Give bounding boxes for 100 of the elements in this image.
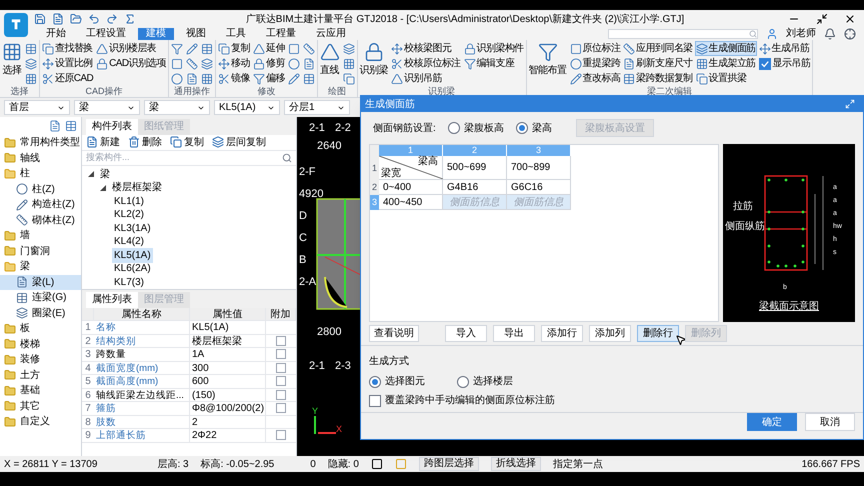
app-logo-icon[interactable]: [4, 13, 28, 37]
radio-button[interactable]: [457, 376, 469, 388]
nav-item[interactable]: 圈梁(E): [0, 306, 81, 321]
dropdown[interactable]: 梁: [74, 100, 140, 115]
ribbon-button[interactable]: 生成侧面筋: [696, 42, 756, 55]
menu-tab[interactable]: 云应用: [308, 28, 354, 40]
radio-button[interactable]: [448, 122, 460, 134]
ribbon-button[interactable]: 识别梁构件: [464, 42, 524, 55]
checkbox[interactable]: [369, 394, 381, 406]
nav-item[interactable]: 土方: [0, 368, 81, 383]
property-value[interactable]: 楼层框架梁: [190, 334, 266, 348]
nav-item[interactable]: 轴线: [0, 150, 81, 166]
nav-item[interactable]: 墙: [0, 228, 81, 244]
ribbon-button[interactable]: 校核梁图元: [391, 42, 461, 55]
maximize-icon[interactable]: [845, 99, 855, 110]
ribbon-button[interactable]: 查找替换: [42, 42, 94, 55]
search-field[interactable]: [608, 29, 758, 39]
ribbon-button[interactable]: 原位标注: [570, 42, 620, 55]
ribbon-button[interactable]: 应用到同名梁: [623, 42, 693, 55]
dialog-button[interactable]: 删除行: [637, 325, 679, 342]
ribbon-button[interactable]: 修剪: [252, 57, 285, 70]
tree-item[interactable]: KL4(2): [112, 234, 146, 250]
dialog-button[interactable]: 导出: [493, 325, 535, 342]
nav-item[interactable]: 门窗洞: [0, 244, 81, 259]
menu-tab[interactable]: 工程量: [258, 28, 304, 40]
property-value[interactable]: 2Φ22: [190, 429, 266, 442]
menu-tab[interactable]: 工具: [218, 28, 254, 40]
tree-item[interactable]: KL2(2): [112, 207, 146, 222]
ribbon-button[interactable]: 还原CAD: [42, 72, 94, 85]
property-value[interactable]: 600: [190, 375, 266, 388]
radio-option[interactable]: 梁腹板高: [448, 120, 504, 136]
ribbon-large-button[interactable]: 选择: [2, 42, 22, 76]
table-cell[interactable]: 700~899: [507, 156, 571, 180]
nav-item[interactable]: 常用构件类型: [0, 135, 81, 150]
ribbon-button[interactable]: 重提梁跨: [570, 57, 620, 70]
ribbon-button[interactable]: CAD识别选项: [96, 57, 166, 70]
square-icon[interactable]: [370, 458, 383, 470]
toolbar-button[interactable]: 删除: [128, 134, 162, 150]
property-value[interactable]: Φ8@100/200(2): [190, 402, 266, 416]
tree-item[interactable]: 楼层框架梁: [110, 180, 164, 196]
ribbon-button[interactable]: 刷新支座尺寸: [623, 57, 693, 70]
checkbox[interactable]: [276, 376, 286, 386]
dialog-button[interactable]: 导入: [445, 325, 487, 342]
panel-tab[interactable]: 构件列表: [86, 118, 138, 135]
toolbar-button[interactable]: 复制: [170, 134, 204, 150]
ribbon-button[interactable]: 复制: [218, 42, 250, 55]
dialog-button[interactable]: 添加行: [541, 325, 583, 342]
toolbar-button[interactable]: 新建: [86, 134, 120, 150]
radio-option[interactable]: 梁高: [516, 120, 552, 136]
save-icon[interactable]: [34, 13, 46, 25]
status-button[interactable]: 折线选择: [490, 457, 541, 471]
ribbon-button[interactable]: 校核原位标注: [391, 57, 461, 70]
user-icon[interactable]: [766, 28, 778, 40]
checkbox[interactable]: [276, 349, 286, 360]
dropdown[interactable]: 分层1: [284, 100, 350, 115]
menu-tab[interactable]: 视图: [178, 28, 214, 40]
cancel-button[interactable]: 取消: [805, 413, 855, 431]
toolbar-button[interactable]: 层间复制: [212, 134, 266, 150]
ribbon-large-button[interactable]: 直线: [320, 42, 340, 76]
dropdown[interactable]: 梁: [144, 100, 210, 115]
menu-tab[interactable]: 工程设置: [78, 28, 134, 40]
ribbon-button[interactable]: 梁跨数据复制: [623, 72, 693, 85]
ribbon-button[interactable]: 查改标高: [570, 72, 620, 85]
checkbox[interactable]: [276, 390, 286, 400]
row-number[interactable]: 2: [370, 180, 379, 196]
folder-icon[interactable]: [70, 13, 82, 25]
bell-icon[interactable]: [824, 28, 836, 40]
radio-button[interactable]: [369, 376, 381, 388]
checkbox[interactable]: [276, 430, 286, 440]
dropdown[interactable]: 首层: [4, 100, 70, 115]
ribbon-large-button[interactable]: 识别梁: [360, 42, 388, 76]
nav-item[interactable]: 基础: [0, 383, 81, 398]
ribbon-button[interactable]: 偏移: [252, 72, 285, 85]
nav-item[interactable]: 柱: [0, 166, 81, 182]
ribbon-button[interactable]: 生成架立筋: [696, 57, 756, 70]
menu-tab[interactable]: 开始: [38, 28, 74, 40]
ribbon-button[interactable]: 设置比例: [42, 57, 94, 70]
override-checkbox[interactable]: 覆盖梁跨中手动编辑的侧面原位标注筋: [369, 393, 855, 408]
search-input[interactable]: 搜索构件...: [86, 150, 236, 164]
table-cell[interactable]: 500~699: [443, 156, 507, 180]
ribbon-button[interactable]: 移动: [218, 57, 250, 70]
ribbon-button[interactable]: 识别楼层表: [96, 42, 166, 55]
property-value[interactable]: 2: [190, 416, 266, 429]
checkbox[interactable]: [276, 362, 286, 373]
document-icon[interactable]: [52, 13, 64, 25]
dialog-button[interactable]: 添加列: [589, 325, 631, 342]
row-number[interactable]: 1: [370, 156, 379, 180]
property-value[interactable]: 1A: [190, 348, 266, 362]
nav-item[interactable]: 自定义: [0, 414, 81, 430]
ribbon-button[interactable]: 镜像: [218, 72, 250, 85]
dropdown[interactable]: KL5(1A): [214, 100, 280, 115]
nav-item[interactable]: 板: [0, 321, 81, 336]
sigma-icon[interactable]: [124, 13, 136, 25]
search-field[interactable]: 搜索构件...: [82, 150, 296, 166]
tree-item[interactable]: KL1(1): [112, 194, 146, 209]
tree-item[interactable]: 梁: [98, 166, 112, 182]
redo-icon[interactable]: [106, 13, 118, 25]
radio-option[interactable]: 选择图元: [369, 374, 425, 389]
property-value[interactable]: (150): [190, 388, 266, 402]
nav-item[interactable]: 梁: [0, 259, 81, 274]
